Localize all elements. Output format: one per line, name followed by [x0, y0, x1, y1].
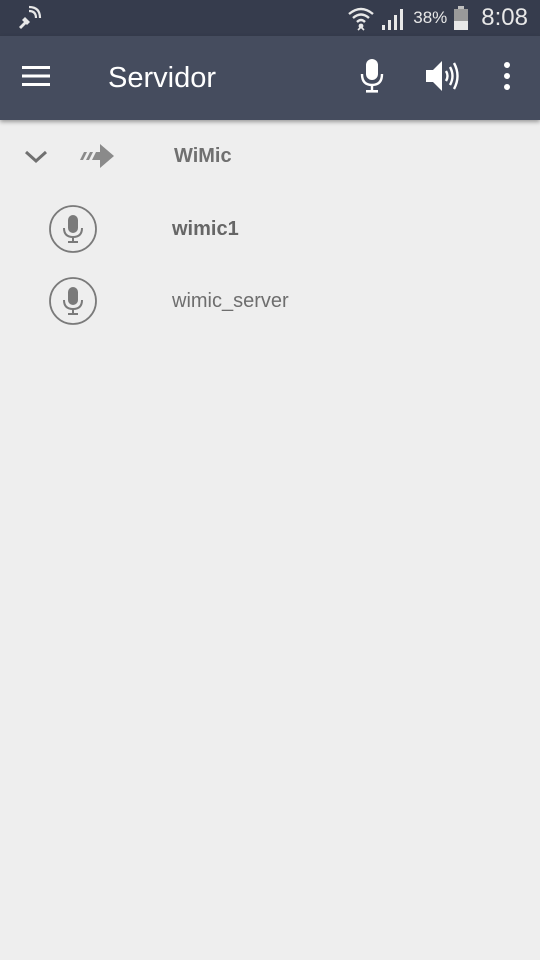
list-item-label: wimic1: [172, 218, 239, 240]
group-label: WiMic: [174, 145, 232, 167]
cell-signal-icon: [381, 5, 407, 31]
battery-icon: [453, 5, 469, 31]
hamburger-menu-icon: [21, 65, 51, 92]
list-item[interactable]: wimic1: [0, 192, 540, 264]
satellite-signal-icon: [16, 5, 42, 31]
chevron-down-icon[interactable]: [22, 144, 50, 168]
speaker-volume-icon: [422, 58, 462, 99]
tree-group-row[interactable]: WiMic: [0, 120, 540, 192]
wifi-icon: [347, 5, 375, 31]
microphone-circle-icon: [48, 276, 98, 326]
forward-arrow-icon: [78, 140, 116, 172]
overflow-menu-button[interactable]: [485, 56, 529, 100]
server-tree: WiMic wimic1 wimic_server: [0, 120, 540, 336]
microphone-button[interactable]: [350, 56, 394, 100]
menu-button[interactable]: [14, 56, 58, 100]
microphone-circle-icon: [48, 204, 98, 254]
more-vert-icon: [502, 61, 512, 96]
clock: 8:08: [481, 4, 528, 31]
status-icons: 38% 8:08: [347, 0, 528, 36]
list-item-label: wimic_server: [172, 290, 289, 312]
microphone-icon: [359, 58, 385, 99]
list-item[interactable]: wimic_server: [0, 264, 540, 336]
status-bar: 38% 8:08: [0, 0, 540, 36]
app-bar: Servidor: [0, 36, 540, 120]
speaker-button[interactable]: [420, 56, 464, 100]
battery-percent: 38%: [413, 8, 448, 27]
page-title: Servidor: [108, 62, 216, 94]
